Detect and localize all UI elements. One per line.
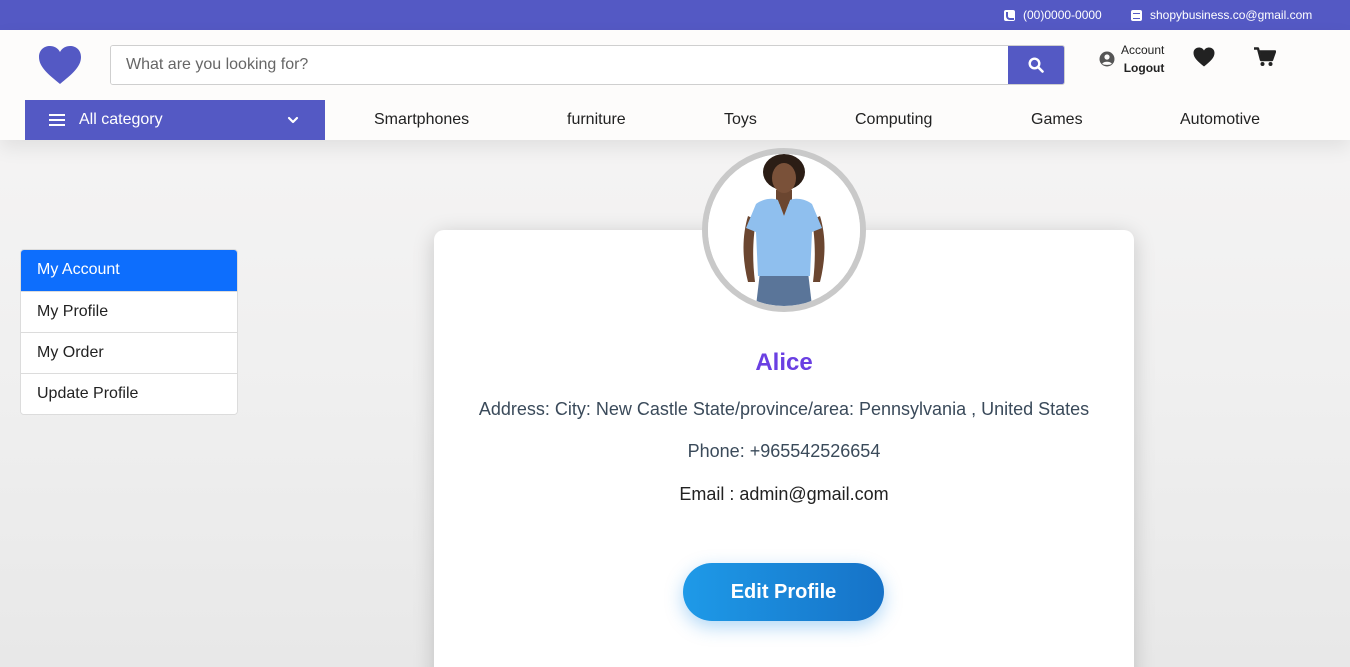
account-sidebar: My Account My Profile My Order Update Pr… — [20, 249, 238, 415]
contact-email-text: shopybusiness.co@gmail.com — [1150, 8, 1313, 22]
nav-link-automotive[interactable]: Automotive — [1180, 111, 1260, 129]
heart-logo-icon[interactable] — [38, 45, 82, 85]
sidebar-item-my-order[interactable]: My Order — [21, 332, 237, 373]
profile-email: Email : admin@gmail.com — [679, 484, 889, 504]
contact-phone[interactable]: (00)0000-0000 — [1004, 8, 1102, 22]
sidebar-item-my-account[interactable]: My Account — [21, 250, 237, 291]
search-icon — [1028, 57, 1044, 73]
nav-link-furniture[interactable]: furniture — [567, 111, 626, 129]
cart-icon[interactable] — [1254, 47, 1277, 72]
wishlist-heart-icon[interactable] — [1193, 47, 1215, 72]
chevron-down-icon — [287, 116, 299, 124]
phone-icon — [1004, 9, 1015, 21]
account-label: Account — [1121, 43, 1165, 57]
profile-phone: Phone: +965542526654 — [687, 441, 881, 461]
site-header: Account Logout All category Smartphones … — [0, 30, 1350, 140]
avatar — [702, 148, 866, 312]
account-menu[interactable]: Account Logout — [1099, 41, 1164, 77]
mail-icon — [1131, 9, 1142, 21]
all-category-label: All category — [79, 111, 163, 128]
logout-link[interactable]: Logout — [1121, 59, 1165, 77]
search-input[interactable] — [111, 46, 1010, 84]
nav-link-smartphones[interactable]: Smartphones — [374, 111, 469, 129]
profile-photo — [708, 154, 860, 306]
profile-address: Address: City: New Castle State/province… — [478, 399, 1090, 419]
top-contact-bar: (00)0000-0000 shopybusiness.co@gmail.com — [0, 0, 1350, 30]
user-circle-icon — [1099, 51, 1115, 67]
nav-link-games[interactable]: Games — [1031, 111, 1083, 129]
search-bar — [110, 45, 1065, 85]
sidebar-item-my-profile[interactable]: My Profile — [21, 291, 237, 332]
hamburger-icon — [49, 114, 65, 126]
search-button[interactable] — [1008, 46, 1064, 84]
contact-email[interactable]: shopybusiness.co@gmail.com — [1131, 8, 1312, 22]
contact-phone-text: (00)0000-0000 — [1023, 8, 1102, 22]
profile-name: Alice — [755, 349, 813, 376]
all-category-dropdown[interactable]: All category — [25, 100, 325, 140]
nav-link-computing[interactable]: Computing — [855, 111, 932, 129]
sidebar-item-update-profile[interactable]: Update Profile — [21, 373, 237, 414]
nav-link-toys[interactable]: Toys — [724, 111, 757, 129]
edit-profile-button[interactable]: Edit Profile — [683, 563, 884, 621]
